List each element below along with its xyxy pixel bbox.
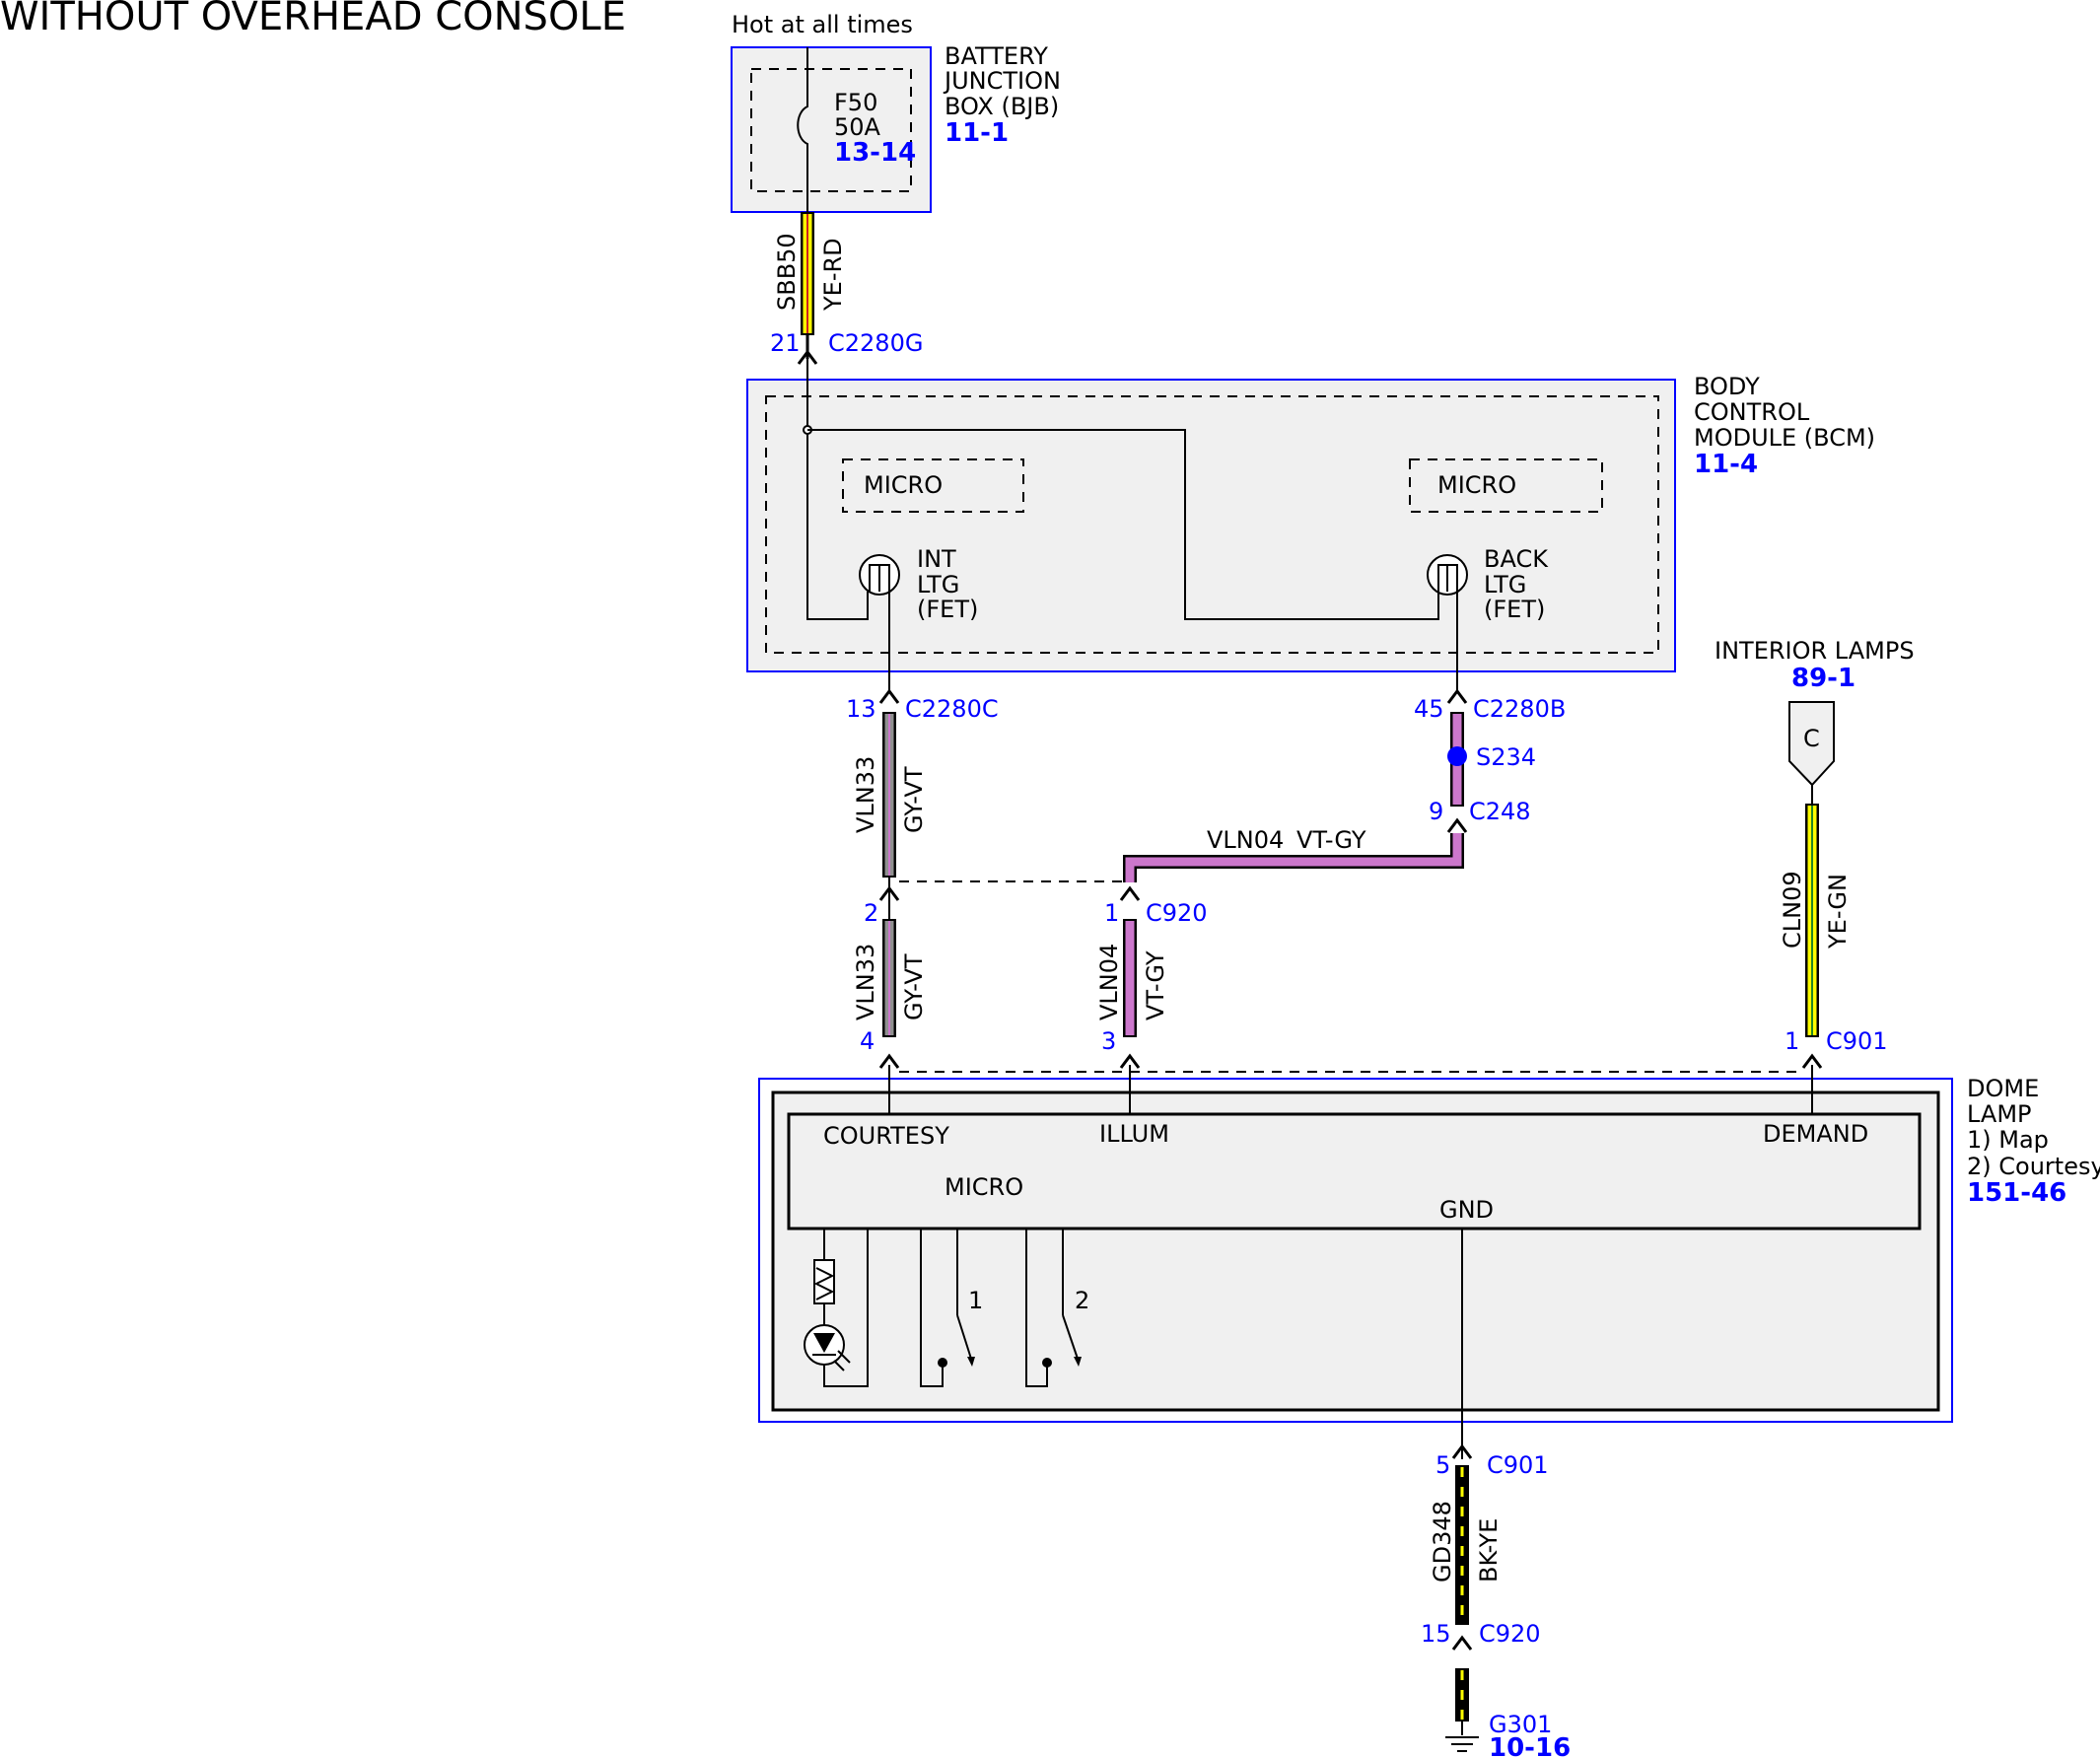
splice-s234 bbox=[1447, 746, 1467, 766]
power-label: Hot at all times bbox=[732, 11, 913, 38]
fet-int-line2: LTG bbox=[917, 571, 959, 598]
bjb-name-line1: BATTERY bbox=[945, 42, 1048, 70]
fet-int-line1: INT bbox=[917, 545, 956, 573]
dome-switch-2-label: 2 bbox=[1075, 1287, 1089, 1314]
dome-courtesy-label: COURTESY bbox=[823, 1122, 949, 1150]
connector-c920-bottom-arrow bbox=[1451, 1636, 1473, 1652]
connector-c248-arrow bbox=[1446, 818, 1468, 834]
wire-vln33-upper-color: GY-VT bbox=[900, 766, 928, 833]
dome-micro-box bbox=[787, 1112, 1922, 1231]
dome-name-line2: LAMP bbox=[1967, 1100, 2032, 1128]
dome-name-line4: 2) Courtesy bbox=[1967, 1153, 2100, 1180]
bcm-name-line3: MODULE (BCM) bbox=[1694, 424, 1875, 452]
wire-gd348-circuit: GD348 bbox=[1429, 1501, 1456, 1582]
bjb-name-line2: JUNCTION bbox=[943, 67, 1061, 95]
c901-bottom-name[interactable]: C901 bbox=[1487, 1451, 1549, 1479]
wire-vln33-lower-color: GY-VT bbox=[900, 953, 928, 1020]
bcm-micro-right: MICRO bbox=[1437, 471, 1516, 499]
c901-top-pin: 1 bbox=[1785, 1027, 1799, 1055]
c2280c-name[interactable]: C2280C bbox=[905, 695, 999, 723]
wire-vln04-run-fill bbox=[1125, 833, 1462, 882]
c2280c-pin: 13 bbox=[846, 695, 876, 723]
ground-icon bbox=[1445, 1736, 1479, 1752]
c248-name[interactable]: C248 bbox=[1469, 798, 1531, 825]
c901-bottom-pin: 5 bbox=[1435, 1451, 1450, 1479]
fet-back-ltg-symbol bbox=[1427, 554, 1468, 596]
interior-lamps-connector-letter: C bbox=[1803, 725, 1820, 752]
vln33-pin2: 2 bbox=[864, 899, 878, 927]
fet-int-line3: (FET) bbox=[917, 596, 978, 623]
c248-pin: 9 bbox=[1429, 798, 1443, 825]
c2280b-name[interactable]: C2280B bbox=[1473, 695, 1566, 723]
c920-bottom-name[interactable]: C920 bbox=[1479, 1620, 1541, 1648]
s234-name[interactable]: S234 bbox=[1476, 743, 1536, 771]
wiring-diagram: WITHOUT OVERHEAD CONSOLE Hot at all time… bbox=[0, 0, 2100, 1758]
dome-pin4: 4 bbox=[860, 1027, 875, 1055]
c2280b-pin: 45 bbox=[1414, 695, 1444, 723]
fet-back-line1: BACK bbox=[1484, 545, 1549, 573]
bcm-ref[interactable]: 11-4 bbox=[1694, 450, 1758, 479]
c901-top-name[interactable]: C901 bbox=[1826, 1027, 1888, 1055]
bcm-micro-left: MICRO bbox=[864, 471, 943, 499]
wire-vln33-upper-circuit: VLN33 bbox=[852, 756, 879, 833]
dome-ref[interactable]: 151-46 bbox=[1967, 1178, 2066, 1208]
c920-bottom-pin: 15 bbox=[1421, 1620, 1451, 1648]
dome-gnd-label: GND bbox=[1439, 1196, 1494, 1224]
c2280g-name[interactable]: C2280G bbox=[828, 329, 923, 357]
fuse-ref[interactable]: 13-14 bbox=[834, 138, 916, 168]
wire-vln04-run-circuit: VLN04 bbox=[1207, 826, 1284, 854]
connector-c920-top-arrow bbox=[1119, 886, 1141, 902]
wire-vln04-lower-circuit: VLN04 bbox=[1095, 944, 1123, 1020]
dome-illum-label: ILLUM bbox=[1099, 1120, 1169, 1148]
wire-vln04-run-color: VT-GY bbox=[1296, 826, 1366, 854]
c920-top-pin: 1 bbox=[1104, 899, 1119, 927]
dome-pin3: 3 bbox=[1101, 1027, 1116, 1055]
wire-vln33-lower-circuit: VLN33 bbox=[852, 944, 879, 1020]
interior-lamps-ref[interactable]: 89-1 bbox=[1791, 664, 1855, 693]
bjb-ref[interactable]: 11-1 bbox=[945, 118, 1009, 148]
dome-name-line3: 1) Map bbox=[1967, 1126, 2049, 1154]
bjb-box bbox=[731, 46, 932, 213]
dome-demand-label: DEMAND bbox=[1763, 1120, 1868, 1148]
fuse-rating: 50A bbox=[834, 113, 881, 141]
ground-ref[interactable]: 10-16 bbox=[1489, 1733, 1571, 1758]
bcm-box bbox=[746, 379, 1676, 672]
bcm-name-line1: BODY bbox=[1694, 373, 1760, 400]
fuse-id: F50 bbox=[834, 89, 877, 116]
c2280g-pin: 21 bbox=[770, 329, 801, 357]
fet-back-line3: (FET) bbox=[1484, 596, 1545, 623]
fet-int-ltg-symbol bbox=[859, 554, 900, 596]
dome-name-line1: DOME bbox=[1967, 1075, 2039, 1102]
wire-gd348-color: BK-YE bbox=[1475, 1518, 1503, 1582]
fet-back-line2: LTG bbox=[1484, 571, 1526, 598]
wire-cln09-circuit: CLN09 bbox=[1779, 871, 1806, 949]
resistor-icon bbox=[813, 1259, 835, 1304]
wire-sbb50-color: YE-RD bbox=[819, 238, 847, 312]
bjb-name-line3: BOX (BJB) bbox=[945, 93, 1059, 120]
dome-switch-1-label: 1 bbox=[968, 1287, 983, 1314]
connector-c2280b-arrow bbox=[1446, 689, 1468, 705]
wire-cln09-color: YE-GN bbox=[1824, 874, 1852, 949]
wire-vln04-lower-color: VT-GY bbox=[1142, 950, 1169, 1020]
page-title: WITHOUT OVERHEAD CONSOLE bbox=[0, 0, 626, 39]
c920-top-name[interactable]: C920 bbox=[1146, 899, 1208, 927]
interior-lamps-label: INTERIOR LAMPS bbox=[1715, 637, 1915, 665]
connector-c2280c-arrow bbox=[878, 689, 900, 705]
dome-micro-label: MICRO bbox=[945, 1173, 1023, 1201]
bcm-name-line2: CONTROL bbox=[1694, 398, 1810, 426]
wire-sbb50-circuit: SBB50 bbox=[773, 233, 801, 311]
